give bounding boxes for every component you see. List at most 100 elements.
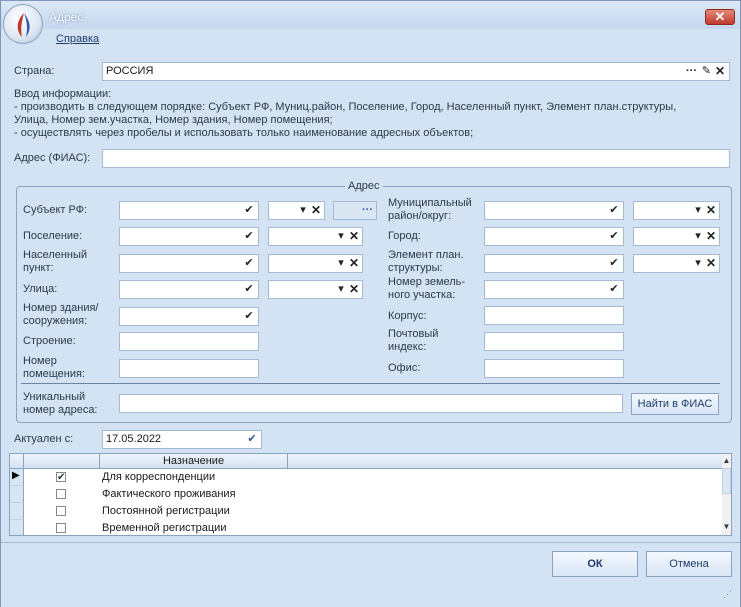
current-row-icon: ▶ [12,470,20,481]
info-line-3: - осуществлять через пробелы и использов… [14,127,474,139]
table-row[interactable]: ▶ ✔ Для корреспонденции [10,469,722,486]
dropdown-arrow-icon[interactable]: ▾ [692,257,704,269]
dropdown-arrow-icon[interactable]: ▾ [335,257,347,269]
info-line-2: Улица, Номер зем.участка, Номер здания, … [14,114,333,126]
plan-type-combo[interactable]: ▾ ✕ [633,254,720,273]
browse-icon[interactable]: ··· [362,202,373,219]
street-combo[interactable]: ✔ [119,280,259,299]
scroll-down-icon[interactable]: ▼ [722,522,731,531]
window-title: Адрес [49,10,84,24]
structure-input[interactable] [119,332,259,351]
postal-label-1: Почтовый [388,328,439,340]
unique-number-input[interactable] [119,394,623,413]
locality-type-combo[interactable]: ▾ ✕ [268,254,363,273]
building-label-2: сооружения: [23,315,88,327]
resize-grip-icon[interactable]: ⋰ [723,589,732,600]
dropdown-arrow-icon[interactable]: ✔ [243,283,255,295]
row-selector[interactable]: ▶ [10,469,24,486]
grid-header-purpose[interactable]: Назначение [100,454,288,469]
street-label: Улица: [23,283,58,295]
cancel-button[interactable]: Отмена [646,551,732,577]
room-input[interactable] [119,359,259,378]
row-selector[interactable] [10,503,24,520]
district-label-2: район/округ: [388,210,452,222]
scroll-thumb[interactable] [722,468,731,494]
grid-scrollbar[interactable]: ▲ ▼ [722,454,731,535]
table-row[interactable]: Временной регистрации [10,520,722,535]
dropdown-arrow-icon[interactable]: ✔ [608,257,620,269]
building-combo[interactable]: ✔ [119,307,259,326]
fias-label: Адрес (ФИАС): [14,152,91,164]
city-label: Город: [388,230,421,242]
row-checkbox[interactable] [56,523,66,533]
actual-label: Актуален с: [14,433,74,445]
city-combo[interactable]: ✔ [484,227,624,246]
row-selector[interactable] [10,520,24,535]
district-combo[interactable]: ✔ [484,201,624,220]
find-in-fias-button[interactable]: Найти в ФИАС [631,393,719,415]
plan-combo[interactable]: ✔ [484,254,624,273]
row-checkbox[interactable] [56,506,66,516]
row-checkbox[interactable]: ✔ [56,472,66,483]
subject-browse-button[interactable]: ··· [333,201,377,220]
row-label: Фактического проживания [102,488,236,500]
fias-input[interactable] [102,149,730,168]
locality-combo[interactable]: ✔ [119,254,259,273]
subject-combo[interactable]: ✔ [119,201,259,220]
clear-icon[interactable]: ✕ [348,283,360,296]
app-logo-icon [3,4,43,44]
settlement-combo[interactable]: ✔ [119,227,259,246]
land-combo[interactable]: ✔ [484,280,624,299]
table-row[interactable]: Постоянной регистрации [10,503,722,520]
table-row[interactable]: Фактического проживания [10,486,722,503]
actual-date-picker[interactable]: 17.05.2022 ✔ [102,430,262,449]
clear-icon[interactable]: ✕ [348,230,360,243]
district-type-combo[interactable]: ▾ ✕ [633,201,720,220]
dropdown-arrow-icon[interactable]: ✔ [246,433,258,445]
settlement-type-combo[interactable]: ▾ ✕ [268,227,363,246]
clear-icon[interactable]: ✕ [348,257,360,270]
settlement-label: Поселение: [23,230,83,242]
clear-icon[interactable]: ✕ [310,204,322,217]
clear-icon[interactable]: ✕ [705,230,717,243]
korpus-input[interactable] [484,306,624,325]
close-button[interactable]: ✕ [705,9,735,25]
row-label: Временной регистрации [102,522,227,534]
dropdown-arrow-icon[interactable]: ✔ [243,310,255,322]
scroll-up-icon[interactable]: ▲ [722,456,731,465]
row-label: Для корреспонденции [102,471,216,483]
edit-icon[interactable]: ✎ [702,63,711,80]
menu-help[interactable]: Справка [56,33,99,45]
office-input[interactable] [484,359,624,378]
building-label-1: Номер здания/ [23,302,99,314]
ok-button[interactable]: ОК [552,551,638,577]
clear-icon[interactable]: ✕ [705,257,717,270]
dropdown-arrow-icon[interactable]: ▾ [692,204,704,216]
clear-icon[interactable]: ✕ [714,65,726,78]
dropdown-arrow-icon[interactable]: ▾ [297,204,309,216]
country-field[interactable]: РОССИЯ ··· ✎ ✕ [102,62,730,81]
info-line-1: - производить в следующем порядке: Субъе… [14,101,677,113]
dropdown-arrow-icon[interactable]: ✔ [608,204,620,216]
dropdown-arrow-icon[interactable]: ▾ [335,230,347,242]
postal-input[interactable] [484,332,624,351]
dropdown-arrow-icon[interactable]: ✔ [243,204,255,216]
dropdown-arrow-icon[interactable]: ✔ [608,283,620,295]
room-label-1: Номер [23,355,57,367]
address-group-legend: Адрес [345,180,383,192]
row-checkbox[interactable] [56,489,66,499]
subject-code-combo[interactable]: ▾ ✕ [268,201,325,220]
dropdown-arrow-icon[interactable]: ▾ [335,283,347,295]
row-selector[interactable] [10,486,24,503]
address-group [16,186,732,423]
city-type-combo[interactable]: ▾ ✕ [633,227,720,246]
dropdown-arrow-icon[interactable]: ▾ [692,230,704,242]
clear-icon[interactable]: ✕ [705,204,717,217]
dropdown-arrow-icon[interactable]: ✔ [608,230,620,242]
korpus-label: Корпус: [388,310,427,322]
browse-icon[interactable]: ··· [686,63,697,80]
row-label: Постоянной регистрации [102,505,230,517]
street-type-combo[interactable]: ▾ ✕ [268,280,363,299]
dropdown-arrow-icon[interactable]: ✔ [243,257,255,269]
dropdown-arrow-icon[interactable]: ✔ [243,230,255,242]
